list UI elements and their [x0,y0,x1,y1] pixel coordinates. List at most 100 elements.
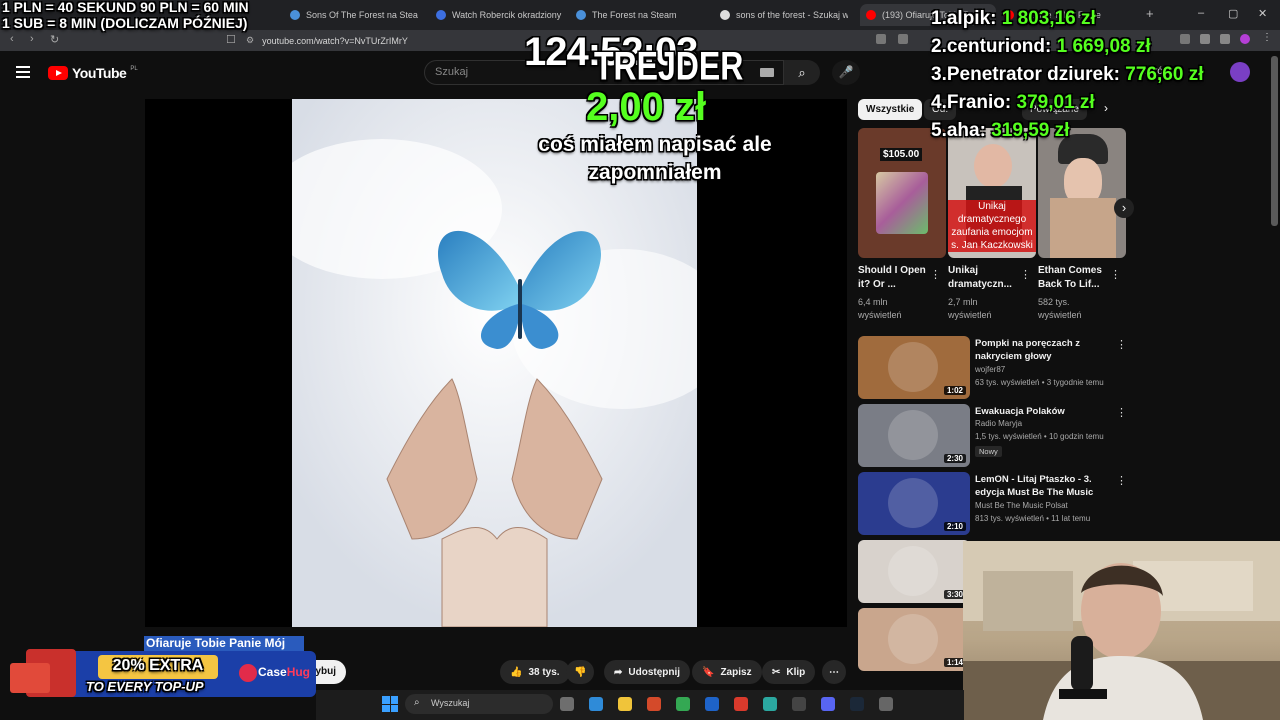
video-thumbnail[interactable]: 2:10 [858,472,970,535]
short-title[interactable]: Unikaj dramatyczn... [948,264,1024,292]
more-options-icon[interactable]: ⋮ [1116,474,1127,487]
tab-title: sons of the forest - Szukaj w G [736,10,848,20]
video-duration: 2:30 [943,454,966,463]
forward-icon[interactable]: › [30,33,34,45]
leaderboard-row: 2.centuriond: 1 669,08 zł [931,36,1151,58]
short-thumbnail[interactable]: Unikaj dramatycznego zaufania emocjom s.… [948,128,1036,258]
youtube-logo[interactable]: YouTube PL [48,65,138,81]
share-button[interactable]: ➦ Udostępnij [604,660,691,684]
menu-dots-icon[interactable]: ⋮ [1262,33,1272,44]
leaderboard-rank: 2. [931,36,947,57]
leaderboard-amount: 319,59 zł [991,120,1070,141]
carousel-next-button[interactable]: › [1114,198,1134,218]
microphone-icon: 🎤 [838,65,854,79]
channel-name[interactable]: Must Be The Music Polsat [975,501,1068,510]
leaderboard-name: centuriond: [946,36,1052,57]
leaderboard-name: Penetrator dziurek: [946,64,1121,85]
avatar[interactable] [1230,62,1250,82]
new-tab-button[interactable]: + [1146,6,1154,21]
maximize-button[interactable]: ▢ [1228,7,1238,20]
promo-headline: 20% EXTRA [112,657,204,674]
short-views: 2,7 mln [948,297,978,307]
browser-tab[interactable]: sons of the forest - Szukaj w G [720,4,848,26]
close-window-button[interactable]: ✕ [1258,7,1267,20]
more-icon: ⋯ [829,666,839,678]
video-thumbnail[interactable]: 3:30 [858,540,970,603]
scrollbar[interactable] [1271,56,1278,226]
short-title[interactable]: Should I Open it? Or ... [858,264,934,292]
leaderboard-row: 3.Penetrator dziurek: 776,60 zł [931,64,1203,86]
taskbar-search[interactable]: Wyszukaj [405,694,553,714]
more-options-icon[interactable]: ⋮ [1116,406,1127,419]
more-actions-button[interactable]: ⋯ [822,660,846,684]
leaderboard-rank: 1. [931,8,947,29]
browser-tab[interactable]: Sons Of The Forest na Steam [290,4,418,26]
thumbs-down-icon: 👎 [574,666,587,678]
casehug-promo-banner[interactable]: 20% EXTRA TO EVERY TOP-UP CaseHug [6,645,316,700]
discord-icon[interactable] [821,697,835,711]
copilot-icon[interactable] [589,697,603,711]
thumbnail-price-label: $105.00 [880,148,923,161]
notepad-icon[interactable] [763,697,777,711]
like-button[interactable]: 👍 38 tys. [500,660,570,684]
video-thumbnail[interactable]: 1:02 [858,336,970,399]
back-icon[interactable]: ‹ [10,33,14,45]
save-button[interactable]: 🔖 Zapisz [692,660,762,684]
search-button[interactable]: ⌕ [784,60,820,85]
video-thumbnail[interactable]: 2:30 [858,404,970,467]
donor-name: TREJDER [594,43,744,89]
video-title-link[interactable]: LemON - Litaj Ptaszko - 3. edycja Must B… [975,473,1110,499]
obs-icon[interactable] [792,697,806,711]
short-thumbnail[interactable]: $105.00 [858,128,946,258]
video-title-link[interactable]: Ewakuacja Polaków [975,405,1110,418]
more-options-icon[interactable]: ⋮ [930,268,941,281]
profile-icon[interactable] [1240,34,1250,44]
more-options-icon[interactable]: ⋮ [1116,338,1127,351]
task-view-icon[interactable] [560,697,574,711]
file-explorer-icon[interactable] [618,697,632,711]
extension-icon[interactable] [1180,34,1190,44]
keyboard-icon[interactable] [760,68,774,77]
hamburger-menu-icon[interactable] [16,66,30,78]
leaderboard-name: Franio: [946,92,1012,113]
video-meta: 1,5 tys. wyświetleń • 10 godzin temu [975,432,1104,441]
cast-icon[interactable] [876,34,886,44]
brave-browser-icon[interactable] [647,697,661,711]
short-views-label: wyświetleń [858,310,902,320]
brave-icon[interactable] [734,697,748,711]
channel-name[interactable]: wojfer87 [975,365,1005,374]
more-options-icon[interactable]: ⋮ [1020,268,1031,281]
chip-all[interactable]: Wszystkie [858,99,923,120]
video-title-link[interactable]: Pompki na poręczach z nakryciem głowy [975,337,1110,363]
chevron-right-icon[interactable]: › [1104,101,1108,115]
short-title[interactable]: Ethan Comes Back To Lif... [1038,264,1114,292]
minimize-button[interactable]: – [1198,7,1204,19]
channel-name[interactable]: Radio Maryja [975,419,1022,428]
bookmark-page-icon[interactable]: ☐ [226,33,236,46]
extension-icon[interactable] [1200,34,1210,44]
short-views-label: wyświetleń [1038,310,1082,320]
short-thumbnail[interactable] [1038,128,1126,258]
dislike-button[interactable]: 👎 [566,660,595,684]
chrome-icon[interactable] [676,697,690,711]
video-thumbnail[interactable]: 1:14 [858,608,970,671]
site-info-icon[interactable]: ⚙ [246,35,254,46]
calculator-icon[interactable] [879,697,893,711]
browser-tab[interactable]: Watch Robercik okradziony za [436,4,564,26]
windows-start-icon[interactable] [382,696,398,712]
scissors-icon: ✂ [772,666,781,678]
share-icon: ➦ [614,666,623,678]
browser-tab[interactable]: The Forest na Steam [576,4,704,26]
reload-icon[interactable]: ↻ [50,33,59,46]
promo-brand: CaseHug [258,665,311,679]
more-options-icon[interactable]: ⋮ [1110,268,1121,281]
steam-icon[interactable] [850,697,864,711]
share-page-icon[interactable] [898,34,908,44]
store-icon[interactable] [705,697,719,711]
clip-button[interactable]: ✂ Klip [762,660,816,684]
leaderboard-amount: 776,60 zł [1125,64,1204,85]
tab-favicon-icon [866,10,876,20]
voice-search-button[interactable]: 🎤 [832,60,860,85]
region-code: PL [130,66,138,72]
shield-icon[interactable] [1220,34,1230,44]
